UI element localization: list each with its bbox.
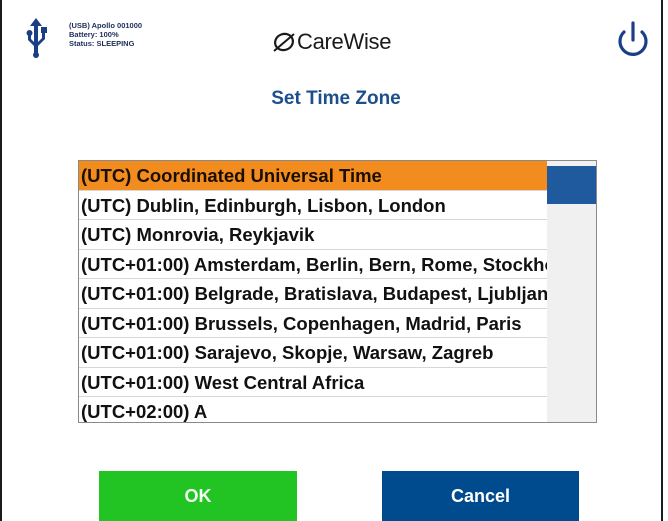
timezone-item[interactable]: (UTC+02:00) A — [79, 397, 547, 422]
device-status: (USB) Apollo 001000 Battery: 100% Status… — [69, 21, 142, 48]
device-name: (USB) Apollo 001000 — [69, 21, 143, 30]
ok-button[interactable]: OK — [99, 471, 297, 521]
carewise-logo-icon — [273, 32, 295, 52]
app-frame: (USB) Apollo 001000 Battery: 100% Status… — [0, 0, 663, 521]
timezone-item-selected[interactable]: (UTC) Coordinated Universal Time — [79, 161, 547, 191]
scrollbar[interactable] — [547, 161, 596, 422]
scrollbar-thumb[interactable] — [547, 166, 596, 204]
power-icon[interactable] — [613, 20, 653, 62]
timezone-item[interactable]: (UTC+01:00) Sarajevo, Skopje, Warsaw, Za… — [79, 338, 547, 368]
timezone-item[interactable]: (UTC+01:00) Brussels, Copenhagen, Madrid… — [79, 309, 547, 338]
sleep-status: Status: SLEEPING — [69, 39, 135, 48]
timezone-item[interactable]: (UTC+01:00) West Central Africa — [79, 368, 547, 397]
timezone-item[interactable]: (UTC) Dublin, Edinburgh, Lisbon, London — [79, 191, 547, 220]
timezone-list[interactable]: (UTC) Coordinated Universal Time (UTC) Du… — [78, 160, 597, 423]
brand-name: CareWise — [297, 29, 392, 54]
timezone-rows: (UTC) Coordinated Universal Time (UTC) Du… — [79, 161, 547, 422]
timezone-item[interactable]: (UTC) Monrovia, Reykjavik — [79, 220, 547, 250]
page-title: Set Time Zone — [271, 88, 401, 109]
usb-icon — [26, 18, 47, 58]
cancel-button[interactable]: Cancel — [382, 471, 579, 521]
brand-logo: CareWise — [272, 29, 392, 54]
battery-status: Battery: 100% — [69, 30, 119, 39]
timezone-item[interactable]: (UTC+01:00) Belgrade, Bratislava, Budape… — [79, 279, 547, 309]
timezone-item[interactable]: (UTC+01:00) Amsterdam, Berlin, Bern, Rom… — [79, 250, 547, 279]
